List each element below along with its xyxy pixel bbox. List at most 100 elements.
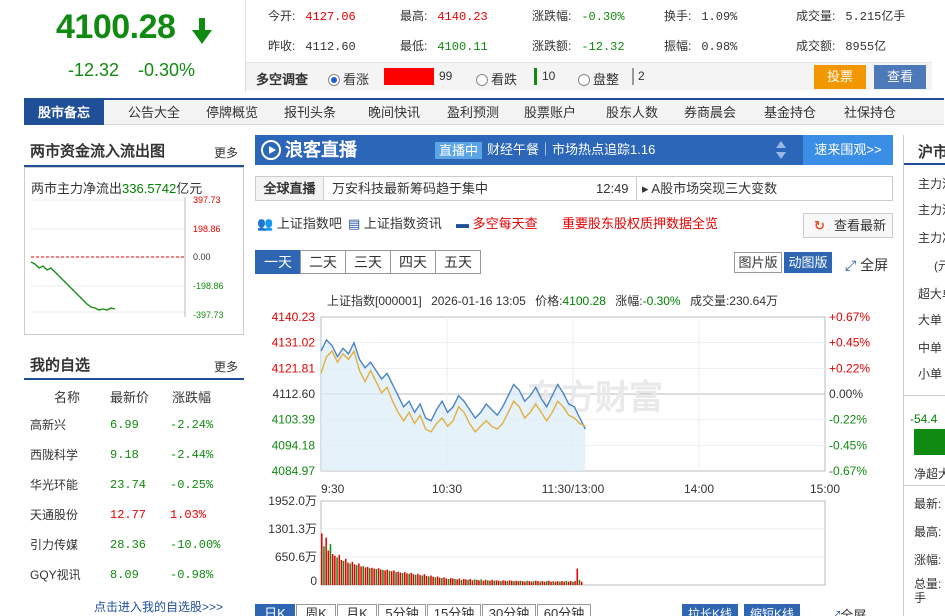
volume-bar bbox=[532, 581, 535, 585]
watchlist-pct: 1.03% bbox=[170, 508, 207, 522]
nav-item[interactable]: 报刊头条 bbox=[284, 100, 336, 125]
volume-bar bbox=[445, 578, 448, 585]
watchlist-row[interactable]: 高新兴 6.99 -2.24% bbox=[24, 410, 242, 440]
nav-item[interactable]: 盈利预测 bbox=[447, 100, 499, 125]
view-button[interactable]: 查看 bbox=[874, 65, 926, 89]
watchlist-pct: -2.44% bbox=[170, 448, 214, 462]
volume-bar bbox=[358, 563, 360, 585]
fullscreen-button[interactable]: ⤢ 全屏 bbox=[845, 255, 888, 275]
period-tab[interactable]: 二天 bbox=[300, 250, 346, 274]
quote-field-value: 4140.23 bbox=[437, 10, 488, 24]
volume-bar bbox=[506, 581, 509, 585]
period-tab[interactable]: 一天 bbox=[255, 250, 301, 274]
kline-tab[interactable]: 周K bbox=[296, 604, 336, 616]
live-logo: 浪客直播 bbox=[255, 135, 387, 165]
period-tab[interactable]: 五天 bbox=[435, 250, 481, 274]
news-headline[interactable]: 万安科技最新筹码趋于集中 bbox=[332, 177, 488, 200]
kline-tab[interactable]: 月K bbox=[337, 604, 377, 616]
watchlist-row[interactable]: 引力传媒 28.36 -10.00% bbox=[24, 530, 242, 560]
watchlist-row[interactable]: GQY视讯 8.09 -0.98% bbox=[24, 560, 242, 590]
news-side-headline[interactable]: ▸ A股市场突现三大变数 bbox=[642, 177, 777, 200]
live-bar[interactable]: 浪客直播 直播中 财经午餐｜市场热点追踪1.16 速来围观>> bbox=[255, 135, 893, 165]
index-change-pct: -0.30% bbox=[138, 60, 196, 80]
period-tabs: 一天 二天 三天 四天 五天 bbox=[255, 250, 485, 274]
vote-button[interactable]: 投票 bbox=[814, 65, 866, 89]
volume-bar bbox=[386, 569, 389, 585]
static-view-button[interactable]: 图片版 bbox=[734, 252, 782, 273]
kline-tab[interactable]: 日K bbox=[255, 604, 295, 616]
volume-bar bbox=[530, 581, 533, 585]
nav-item[interactable]: 停牌概览 bbox=[206, 100, 258, 125]
monitor-icon: ▬ bbox=[456, 216, 469, 231]
link-forum[interactable]: 👥 上证指数吧 bbox=[257, 213, 342, 232]
volume-bar bbox=[572, 581, 574, 585]
volume-tick: 1952.0万 bbox=[268, 494, 317, 508]
watchlist-more-link[interactable]: 更多 bbox=[214, 358, 238, 375]
nav-item[interactable]: 券商晨会 bbox=[684, 100, 736, 125]
volume-bar bbox=[521, 581, 524, 585]
live-watch-button[interactable]: 速来围观>> bbox=[803, 135, 893, 165]
nav-item[interactable]: 基金持仓 bbox=[764, 100, 816, 125]
link-pledge[interactable]: 重要股东股权质押数据全览 bbox=[562, 213, 718, 232]
period-tab[interactable]: 三天 bbox=[345, 250, 391, 274]
volume-bar bbox=[563, 581, 565, 585]
poll-flat-option[interactable]: 盘整 bbox=[578, 69, 619, 88]
link-daily[interactable]: ▬ 多空每天查 bbox=[456, 213, 538, 232]
nav-item[interactable]: 社保持仓 bbox=[844, 100, 896, 125]
nav-item[interactable]: 股东人数 bbox=[606, 100, 658, 125]
volume-bar bbox=[390, 571, 393, 585]
volume-bar bbox=[539, 581, 541, 585]
quote-field-label: 昨收: bbox=[268, 39, 296, 53]
flow-more-link[interactable]: 更多 bbox=[214, 144, 238, 161]
volume-bar bbox=[362, 566, 365, 585]
period-tab[interactable]: 四天 bbox=[390, 250, 436, 274]
kline-tab[interactable]: 30分钟 bbox=[482, 604, 536, 616]
radio-checked-icon bbox=[328, 74, 340, 86]
volume-bar bbox=[491, 579, 493, 585]
volume-bar bbox=[430, 575, 432, 585]
watchlist-row[interactable]: 天通股份 12.77 1.03% bbox=[24, 500, 242, 530]
watchlist-row[interactable]: 西陇科学 9.18 -2.44% bbox=[24, 440, 242, 470]
volume-bar bbox=[355, 565, 358, 585]
watchlist-row[interactable]: 华光环能 23.74 -0.25% bbox=[24, 470, 242, 500]
right-panel-bar bbox=[914, 429, 945, 455]
kline-tab[interactable]: 60分钟 bbox=[537, 604, 591, 616]
lengthen-kline-button[interactable]: 拉长K线 bbox=[682, 604, 738, 616]
volume-tick: 0 bbox=[310, 574, 317, 588]
y-tick-right: +0.45% bbox=[829, 336, 870, 350]
watchlist-footer-link[interactable]: 点击进入我的自选股>>> bbox=[94, 598, 223, 615]
nav-home[interactable]: 股市备忘 bbox=[24, 100, 104, 125]
poll-bear-option[interactable]: 看跌 bbox=[476, 69, 517, 88]
volume-bar bbox=[384, 570, 386, 585]
nav-item[interactable]: 公告大全 bbox=[128, 100, 180, 125]
quote-field-value: 5.215亿手 bbox=[845, 10, 906, 24]
volume-bar bbox=[489, 580, 491, 585]
intraday-chart[interactable]: 东方财富 4140.234131.024121.814112.604103.39… bbox=[255, 305, 895, 595]
quote-field-label: 涨跌额: bbox=[532, 39, 572, 53]
kline-tab[interactable]: 5分钟 bbox=[378, 604, 426, 616]
quote-field: 成交量: 5.215亿手 bbox=[796, 7, 905, 24]
dynamic-view-button[interactable]: 动图版 bbox=[784, 252, 832, 273]
volume-bar bbox=[380, 569, 382, 585]
watchlist-name: 引力传媒 bbox=[30, 538, 79, 552]
kline-tab[interactable]: 15分钟 bbox=[427, 604, 481, 616]
right-panel-item[interactable]: 主力流 bbox=[918, 175, 945, 192]
nav-item[interactable]: 股票账户 bbox=[524, 100, 576, 125]
right-panel-item[interactable]: 主力净 bbox=[918, 229, 945, 246]
volume-bar bbox=[327, 550, 330, 585]
kline-fullscreen-button[interactable]: ⤢全屏 bbox=[830, 605, 866, 616]
volume-bar bbox=[347, 562, 349, 585]
poll-bull-option[interactable]: 看涨 bbox=[328, 69, 369, 88]
refresh-button[interactable]: ↻ 查看最新 bbox=[803, 213, 893, 238]
poll-flat-count: 2 bbox=[638, 69, 645, 83]
right-panel-label: 大单 bbox=[918, 313, 943, 327]
live-headline[interactable]: 财经午餐｜市场热点追踪1.16 bbox=[487, 135, 655, 165]
live-status-badge: 直播中 bbox=[435, 142, 483, 159]
right-panel-item[interactable]: 主力流 bbox=[918, 201, 945, 218]
watchlist-header-name: 名称 bbox=[54, 390, 81, 405]
updown-arrows-icon[interactable] bbox=[775, 139, 787, 161]
shorten-kline-button[interactable]: 缩短K线 bbox=[744, 604, 800, 616]
link-news[interactable]: ▤ 上证指数资讯 bbox=[348, 213, 442, 232]
nav-item[interactable]: 晚间快讯 bbox=[368, 100, 420, 125]
volume-bar bbox=[473, 579, 476, 585]
